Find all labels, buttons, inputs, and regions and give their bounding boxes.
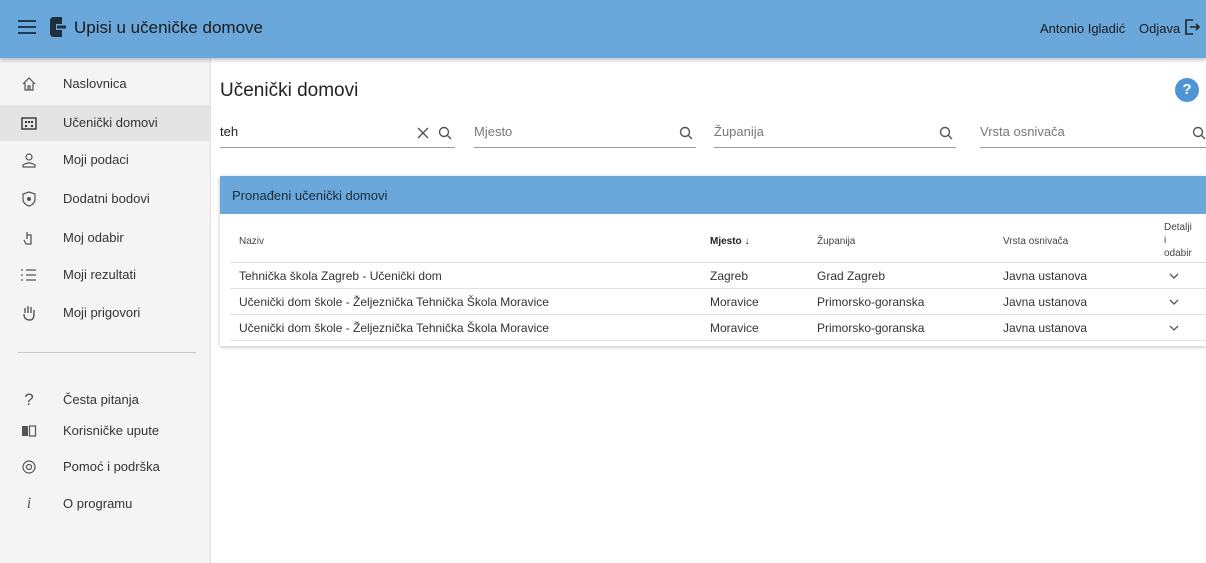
sidebar-item-korisnicke-upute[interactable]: Korisničke upute [0,413,211,449]
sidebar-item-label: Dodatni bodovi [63,191,150,206]
raised-hand-icon [20,304,38,322]
results-panel: Pronađeni učenički domovi Naziv Mjesto ↓… [220,176,1206,346]
column-header-details-1: Detalji [1164,222,1192,233]
sidebar-item-moji-podaci[interactable]: Moji podaci [0,142,211,178]
search-icon[interactable] [438,126,452,140]
sidebar-item-label: Moj odabir [63,230,124,245]
cell-place: Zagreb [710,269,749,283]
cell-name: Učenički dom škole - Željeznička Tehničk… [239,321,549,335]
chevron-down-icon[interactable] [1168,322,1180,334]
list-numbered-icon [20,266,38,284]
sidebar-item-moji-rezultati[interactable]: Moji rezultati [0,257,211,293]
cell-founder: Javna ustanova [1003,295,1088,309]
sidebar-item-label: Korisničke upute [63,423,160,438]
county-filter-field [714,122,956,148]
search-icon[interactable] [1192,126,1206,140]
logout-icon[interactable] [1184,19,1200,35]
info-icon: i [26,495,32,512]
table-row[interactable]: Tehnička škola Zagreb - Učenički dom Zag… [230,263,1206,289]
sidebar: Naslovnica Učenički domovi Moji podaci D… [0,58,211,563]
results-panel-header: Pronađeni učenički domovi [220,176,1206,214]
cell-founder: Javna ustanova [1003,321,1088,335]
cell-name: Tehnička škola Zagreb - Učenički dom [239,269,442,283]
name-filter-field [220,122,455,148]
cell-founder: Javna ustanova [1003,269,1088,283]
sidebar-item-pomoc-i-podrska[interactable]: Pomoć i podrška [0,449,211,485]
column-header-founder[interactable]: Vrsta osnivača [1003,236,1068,247]
sidebar-item-label: Učenički domovi [63,115,158,130]
sidebar-item-ucenicki-domovi[interactable]: Učenički domovi [0,105,211,141]
chevron-down-icon[interactable] [1168,296,1180,308]
name-search-input[interactable] [220,124,405,139]
building-icon [20,114,38,132]
question-icon: ? [24,390,34,409]
sidebar-item-label: Moji prigovori [63,305,141,320]
sidebar-item-dodatni-bodovi[interactable]: Dodatni bodovi [0,181,211,217]
sidebar-item-label: O programu [63,496,133,511]
support-icon [20,458,38,476]
column-header-place[interactable]: Mjesto ↓ [710,236,749,247]
sidebar-item-label: Moji podaci [63,152,129,167]
county-search-input[interactable] [714,124,924,139]
clear-icon[interactable] [416,126,430,140]
cell-name: Učenički dom škole - Željeznička Tehničk… [239,295,549,309]
sidebar-divider [18,352,196,353]
person-icon [20,151,38,169]
column-header-county[interactable]: Županija [817,236,855,247]
app-title: Upisi u učeničke domove [74,18,263,37]
cell-county: Primorsko-goranska [817,321,925,335]
sidebar-item-moji-prigovori[interactable]: Moji prigovori [0,295,211,331]
table-row[interactable]: Učenički dom škole - Željeznička Tehničk… [230,315,1206,341]
cell-county: Grad Zagreb [817,269,886,283]
sidebar-item-naslovnica[interactable]: Naslovnica [0,66,211,102]
home-icon [20,75,38,93]
book-icon [20,422,38,440]
cell-place: Moravice [710,295,759,309]
cell-place: Moravice [710,321,759,335]
logout-link[interactable]: Odjava [1139,21,1180,36]
place-search-input[interactable] [474,124,664,139]
column-header-details-3: odabir [1164,248,1192,259]
sidebar-item-label: Česta pitanja [63,392,139,407]
logo-icon [50,17,66,37]
founder-search-input[interactable] [980,124,1175,139]
hamburger-menu-icon[interactable] [18,20,36,34]
chevron-down-icon[interactable] [1168,270,1180,282]
page-title: Učenički domovi [220,80,359,101]
shield-star-icon [20,190,38,208]
top-app-bar: Upisi u učeničke domove Antonio Igladić … [0,0,1206,58]
user-name: Antonio Igladić [1040,21,1126,36]
sidebar-item-o-programu[interactable]: i O programu [0,486,211,522]
founder-filter-field [980,122,1206,148]
sidebar-item-label: Pomoć i podrška [63,459,160,474]
place-filter-field [474,122,696,148]
help-button[interactable]: ? [1175,78,1199,102]
sidebar-item-label: Naslovnica [63,76,127,91]
results-panel-title: Pronađeni učenički domovi [232,188,388,203]
column-header-details-2: i [1164,235,1167,246]
sidebar-item-moj-odabir[interactable]: Moj odabir [0,220,211,256]
hand-pointer-icon [20,229,38,247]
search-icon[interactable] [939,126,953,140]
table-row[interactable]: Učenički dom škole - Željeznička Tehničk… [230,289,1206,315]
cell-county: Primorsko-goranska [817,295,925,309]
search-icon[interactable] [679,126,693,140]
column-header-name[interactable]: Naziv [239,236,264,247]
sidebar-item-label: Moji rezultati [63,267,136,282]
